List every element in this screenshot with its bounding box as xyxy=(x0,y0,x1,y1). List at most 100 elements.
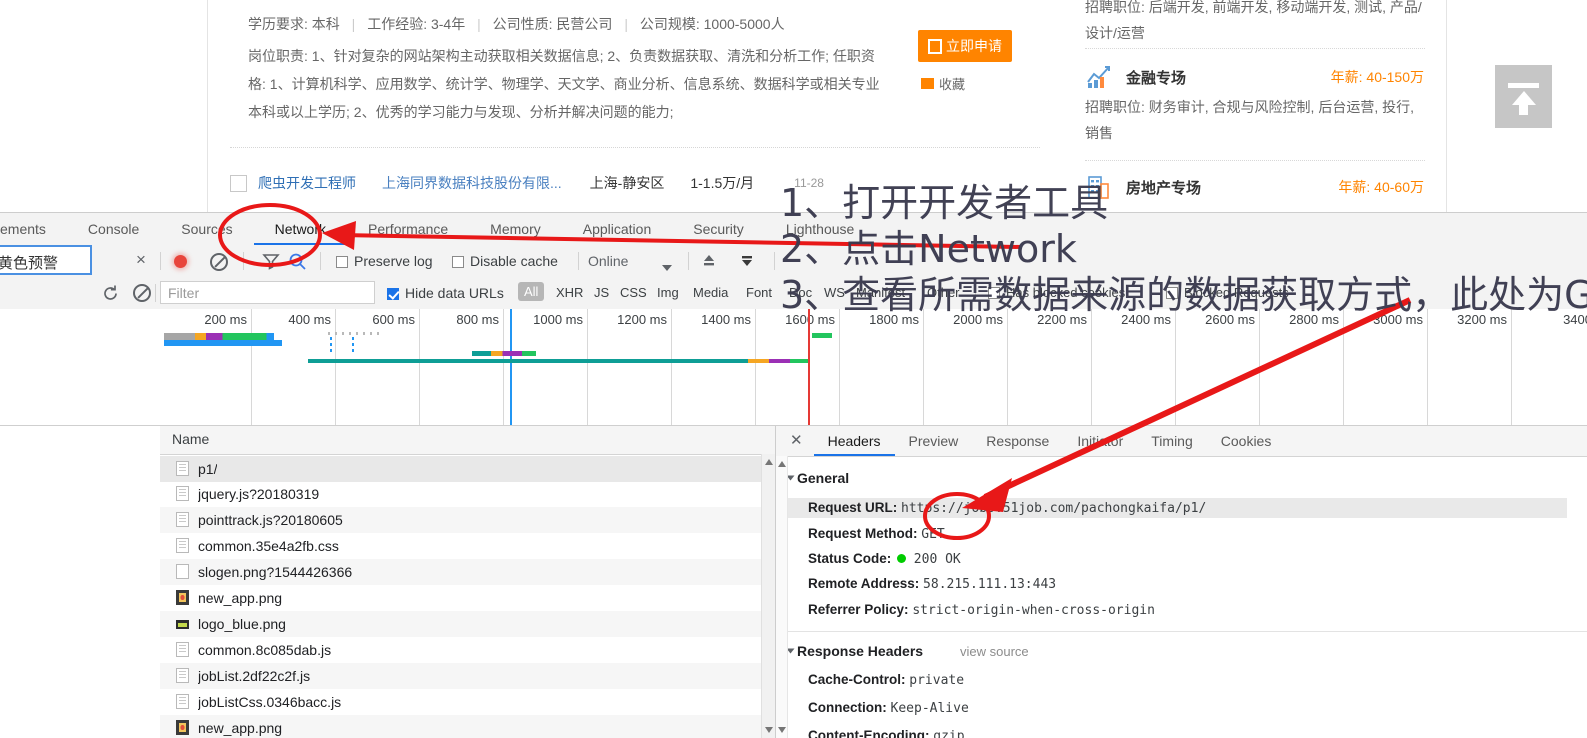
detail-tab-cookies[interactable]: Cookies xyxy=(1207,427,1286,456)
has-blocked-cookies-checkbox[interactable]: Has blocked cookies xyxy=(988,285,1125,300)
scroll-up-icon[interactable] xyxy=(778,461,786,467)
detail-tab-preview[interactable]: Preview xyxy=(895,427,973,456)
clear-filter-icon[interactable] xyxy=(133,284,151,302)
timeline-tick: 1400 ms xyxy=(672,309,756,425)
job-row-title[interactable]: 爬虫开发工程师 xyxy=(258,173,356,193)
tab-security[interactable]: Security xyxy=(672,214,765,245)
tab-application[interactable]: Application xyxy=(562,214,673,245)
type-chip-manifest[interactable]: Manifest xyxy=(856,285,905,300)
tab-memory[interactable]: Memory xyxy=(469,214,562,245)
meta-label-company-type: 公司性质: xyxy=(492,16,553,32)
tab-performance[interactable]: Performance xyxy=(347,214,469,245)
clear-icon[interactable] xyxy=(210,253,228,271)
type-chip-media[interactable]: Media xyxy=(693,285,728,300)
table-row[interactable]: common.35e4a2fb.css xyxy=(160,533,775,559)
tab-lighthouse[interactable]: Lighthouse xyxy=(765,214,876,245)
view-source-link[interactable]: view source xyxy=(960,644,1029,659)
timeline-tick: 2000 ms xyxy=(924,309,1008,425)
toolbar-divider xyxy=(688,252,689,270)
search-icon[interactable] xyxy=(288,252,307,271)
detail-tab-initiator[interactable]: Initiator xyxy=(1063,427,1137,456)
job-list-row[interactable]: 爬虫开发工程师 上海同界数据科技股份有限... 上海-静安区 1-1.5万/月 … xyxy=(230,168,1050,198)
preserve-log-checkbox[interactable]: Preserve log xyxy=(336,253,433,269)
response-headers-section-header[interactable]: Response Headers xyxy=(788,643,923,659)
tab-elements[interactable]: ements xyxy=(0,214,67,245)
scroll-down-icon[interactable] xyxy=(765,727,773,733)
export-har-icon[interactable] xyxy=(738,253,756,271)
filter-divider xyxy=(975,284,976,302)
type-chip-js[interactable]: JS xyxy=(594,285,609,300)
meta-label-company-size: 公司规模: xyxy=(639,16,700,32)
has-blocked-cookies-label: Has blocked cookies xyxy=(1006,285,1126,300)
type-chip-other[interactable]: Other xyxy=(927,285,960,300)
timeline-tick: 3200 ms xyxy=(1428,309,1512,425)
type-chip-font[interactable]: Font xyxy=(746,285,772,300)
table-row[interactable]: jquery.js?20180319 xyxy=(160,481,775,507)
type-chip-img[interactable]: Img xyxy=(657,285,679,300)
import-har-icon[interactable] xyxy=(700,253,718,271)
disable-cache-checkbox[interactable]: Disable cache xyxy=(452,253,558,269)
table-row[interactable]: pointtrack.js?20180605 xyxy=(160,507,775,533)
type-chip-xhr[interactable]: XHR xyxy=(556,285,583,300)
detail-tab-headers[interactable]: Headers xyxy=(813,427,895,456)
timeline-tick: 1200 ms xyxy=(588,309,672,425)
apply-now-button[interactable]: 立即申请 xyxy=(918,30,1012,62)
timeline-tick: 3400 xyxy=(1563,312,1587,327)
favorite-button[interactable]: 收藏 xyxy=(921,74,965,93)
type-chip-css[interactable]: CSS xyxy=(620,285,647,300)
tab-sources[interactable]: Sources xyxy=(160,214,253,245)
detail-tab-timing[interactable]: Timing xyxy=(1137,427,1207,456)
network-toolbar: × Preserve log Disable cache Online xyxy=(0,245,1587,278)
tab-console[interactable]: Console xyxy=(67,214,160,245)
detail-tab-response[interactable]: Response xyxy=(972,427,1063,456)
table-row[interactable]: jobList.2df22c2f.js xyxy=(160,663,775,689)
filter-input[interactable]: Filter xyxy=(160,281,375,304)
detail-scrollbar[interactable] xyxy=(776,456,788,738)
table-row[interactable]: new_app.png xyxy=(160,585,775,611)
close-icon[interactable]: × xyxy=(136,251,146,269)
table-row[interactable]: new_app.png xyxy=(160,715,775,738)
promo-card-1[interactable]: 金融专场 年薪: 40-150万 招聘职位: 财务审计, 合规与风险控制, 后台… xyxy=(1063,60,1446,146)
table-row[interactable]: logo_blue.png xyxy=(160,611,775,637)
promo-salary-1: 年薪: 40-150万 xyxy=(1330,69,1424,85)
scroll-down-icon[interactable] xyxy=(778,727,786,733)
hide-data-urls-checkbox[interactable]: Hide data URLs xyxy=(387,285,504,301)
apply-now-label: 立即申请 xyxy=(946,38,1002,54)
table-row[interactable]: slogen.png?1544426366 xyxy=(160,559,775,585)
promo-card-2[interactable]: 房地产专场 年薪: 40-60万 xyxy=(1063,170,1446,204)
type-chip-doc[interactable]: Doc xyxy=(789,285,812,300)
general-row-referrer-policy: Referrer Policy: strict-origin-when-cros… xyxy=(808,602,1155,618)
filter-icon[interactable] xyxy=(262,252,280,270)
record-button[interactable] xyxy=(174,255,187,268)
table-row[interactable]: p1/ xyxy=(160,456,775,482)
overview-bar xyxy=(352,337,354,355)
response-headers-label: Response Headers xyxy=(797,643,924,659)
type-chip-ws[interactable]: WS xyxy=(824,285,845,300)
chevron-down-icon[interactable] xyxy=(662,258,672,276)
blocked-requests-checkbox[interactable]: Blocked Requests xyxy=(1166,285,1289,300)
job-row-company[interactable]: 上海同界数据科技股份有限... xyxy=(382,173,562,193)
job-detail-card: 学历要求: 本科 | 工作经验: 3-4年 | 公司性质: 民营公司 | 公司规… xyxy=(207,0,1064,212)
page-find-input[interactable]: 黄色预警 xyxy=(0,245,92,275)
overview-bar xyxy=(308,359,748,363)
close-detail-icon[interactable]: ✕ xyxy=(776,427,814,455)
general-section-header[interactable]: General xyxy=(788,470,849,486)
request-list-header[interactable]: Name xyxy=(160,426,775,455)
request-detail-tabs: ✕ Headers Preview Response Initiator Tim… xyxy=(776,426,1587,457)
blocked-requests-label: Blocked Requests xyxy=(1184,285,1289,300)
tab-network[interactable]: Network xyxy=(253,214,348,245)
scroll-up-icon[interactable] xyxy=(765,459,773,465)
chevron-down-icon xyxy=(788,475,795,481)
table-row[interactable]: jobListCss.0346bacc.js xyxy=(160,689,775,715)
type-chip-all[interactable]: All xyxy=(518,282,545,301)
table-row[interactable]: common.8c085dab.js xyxy=(160,637,775,663)
toolbar-divider xyxy=(578,252,579,270)
request-list-gutter xyxy=(0,426,160,738)
network-overview-timeline[interactable]: 200 ms 400 ms 600 ms 800 ms 1000 ms 1200… xyxy=(160,309,1587,426)
reload-icon[interactable] xyxy=(101,284,120,303)
back-to-top-button[interactable] xyxy=(1495,65,1552,128)
job-row-checkbox[interactable] xyxy=(230,174,247,192)
promo-card-0[interactable]: 招聘职位: 后端开发, 前端开发, 移动端开发, 测试, 产品/设计/运营 xyxy=(1063,0,1446,46)
request-list-scrollbar[interactable] xyxy=(761,454,775,738)
throttling-select[interactable]: Online xyxy=(588,253,628,269)
